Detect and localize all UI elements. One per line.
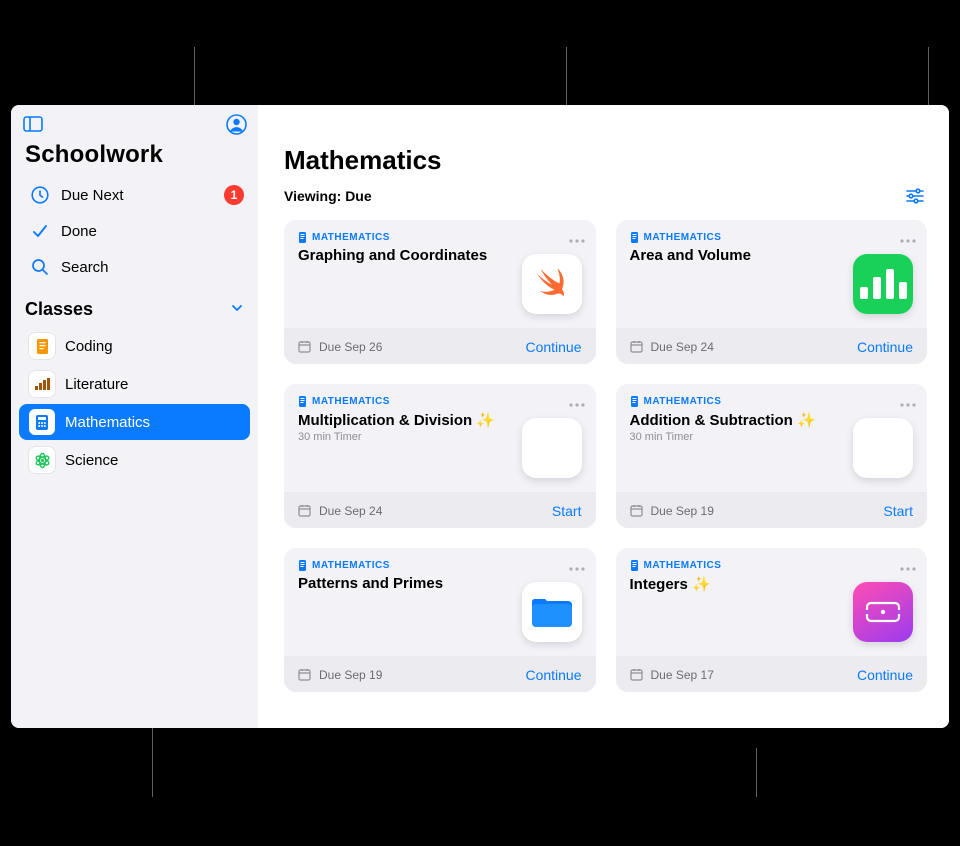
- due-date: Due Sep 24: [298, 504, 382, 518]
- account-icon[interactable]: [224, 112, 248, 136]
- page-title: Mathematics: [258, 105, 949, 180]
- app-thumbnail: [522, 582, 582, 642]
- card-action-button[interactable]: Continue: [857, 339, 913, 355]
- card-more-icon[interactable]: [899, 559, 917, 577]
- chevron-down-icon: [230, 299, 244, 320]
- sidebar-toolbar: [11, 105, 258, 139]
- sidebar-item-science[interactable]: Science: [19, 442, 250, 478]
- app-thumbnail: [853, 254, 913, 314]
- card-footer: Due Sep 17 Continue: [616, 656, 928, 692]
- due-date: Due Sep 19: [630, 504, 714, 518]
- section-title: Classes: [25, 299, 93, 320]
- search-icon: [29, 258, 51, 276]
- class-label: Science: [65, 452, 118, 469]
- app-window: Schoolwork Due Next 1 Done Search: [11, 105, 949, 728]
- class-label: Mathematics: [65, 414, 150, 431]
- subject-chip: MATHEMATICS: [298, 560, 390, 571]
- app-thumbnail: [853, 418, 913, 478]
- check-icon: [29, 222, 51, 240]
- app-thumbnail: [522, 254, 582, 314]
- card-footer: Due Sep 26 Continue: [284, 328, 596, 364]
- card-header: MATHEMATICS: [616, 384, 928, 407]
- assignment-card[interactable]: MATHEMATICSPatterns and PrimesDue Sep 19…: [284, 548, 596, 692]
- card-action-button[interactable]: Continue: [525, 667, 581, 683]
- assignment-card[interactable]: MATHEMATICSMultiplication & Division ✨30…: [284, 384, 596, 528]
- app-thumbnail: [522, 418, 582, 478]
- sidebar-item-mathematics[interactable]: Mathematics: [19, 404, 250, 440]
- class-label: Coding: [65, 338, 113, 355]
- sidebar-toggle-icon[interactable]: [21, 112, 45, 136]
- nav-due-next[interactable]: Due Next 1: [19, 177, 250, 213]
- class-icon: [29, 447, 55, 473]
- card-footer: Due Sep 24 Continue: [616, 328, 928, 364]
- badge: 1: [224, 185, 244, 205]
- assignment-card[interactable]: MATHEMATICSArea and VolumeDue Sep 24Cont…: [616, 220, 928, 364]
- subject-chip: MATHEMATICS: [298, 396, 390, 407]
- card-footer: Due Sep 19 Continue: [284, 656, 596, 692]
- card-action-button[interactable]: Continue: [857, 667, 913, 683]
- main: Mathematics Viewing: Due MATHEMATICSGrap…: [258, 105, 949, 728]
- card-more-icon[interactable]: [568, 559, 586, 577]
- class-icon: [29, 371, 55, 397]
- app-title: Schoolwork: [11, 139, 258, 177]
- assignment-card[interactable]: MATHEMATICSGraphing and CoordinatesDue S…: [284, 220, 596, 364]
- due-date: Due Sep 19: [298, 668, 382, 682]
- card-footer: Due Sep 24 Start: [284, 492, 596, 528]
- card-footer: Due Sep 19 Start: [616, 492, 928, 528]
- sidebar: Schoolwork Due Next 1 Done Search: [11, 105, 258, 728]
- subject-chip: MATHEMATICS: [298, 232, 390, 243]
- card-action-button[interactable]: Continue: [525, 339, 581, 355]
- nav: Due Next 1 Done Search: [11, 177, 258, 285]
- card-action-button[interactable]: Start: [883, 503, 913, 519]
- class-icon: [29, 409, 55, 435]
- sidebar-item-coding[interactable]: Coding: [19, 328, 250, 364]
- class-label: Literature: [65, 376, 128, 393]
- assignment-card[interactable]: MATHEMATICSIntegers ✨Due Sep 17Continue: [616, 548, 928, 692]
- nav-done[interactable]: Done: [19, 213, 250, 249]
- nav-search[interactable]: Search: [19, 249, 250, 285]
- filter-icon[interactable]: [903, 184, 927, 208]
- subtitle-row: Viewing: Due: [258, 180, 949, 220]
- subject-chip: MATHEMATICS: [630, 560, 722, 571]
- due-date: Due Sep 26: [298, 340, 382, 354]
- due-date: Due Sep 17: [630, 668, 714, 682]
- app-thumbnail: [853, 582, 913, 642]
- subject-chip: MATHEMATICS: [630, 232, 722, 243]
- assignment-grid: MATHEMATICSGraphing and CoordinatesDue S…: [258, 220, 949, 712]
- card-header: MATHEMATICS: [616, 220, 928, 243]
- card-header: MATHEMATICS: [284, 384, 596, 407]
- due-date: Due Sep 24: [630, 340, 714, 354]
- card-header: MATHEMATICS: [616, 548, 928, 571]
- card-more-icon[interactable]: [899, 395, 917, 413]
- class-icon: [29, 333, 55, 359]
- card-header: MATHEMATICS: [284, 220, 596, 243]
- card-more-icon[interactable]: [899, 231, 917, 249]
- clock-icon: [29, 186, 51, 204]
- nav-label: Search: [61, 259, 109, 276]
- card-more-icon[interactable]: [568, 231, 586, 249]
- viewing-label: Viewing: Due: [284, 188, 372, 204]
- card-more-icon[interactable]: [568, 395, 586, 413]
- sidebar-item-literature[interactable]: Literature: [19, 366, 250, 402]
- nav-label: Done: [61, 223, 97, 240]
- subject-chip: MATHEMATICS: [630, 396, 722, 407]
- callout-line: [756, 748, 757, 797]
- card-action-button[interactable]: Start: [552, 503, 582, 519]
- assignment-card[interactable]: MATHEMATICSAddition & Subtraction ✨30 mi…: [616, 384, 928, 528]
- class-list: Coding Literature Mathematics Science: [11, 326, 258, 480]
- classes-header[interactable]: Classes: [11, 285, 258, 326]
- card-header: MATHEMATICS: [284, 548, 596, 571]
- nav-label: Due Next: [61, 187, 124, 204]
